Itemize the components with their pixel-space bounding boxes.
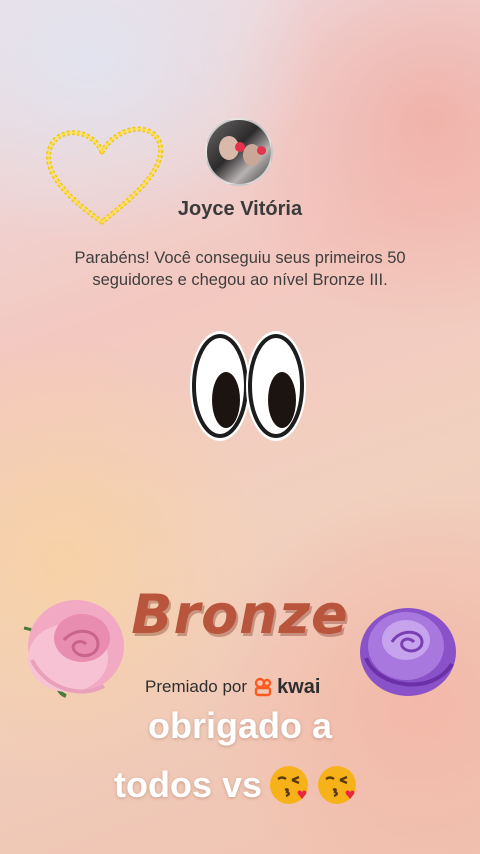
caption-line-2-text: todos vs xyxy=(113,764,263,805)
eyes-icon xyxy=(190,331,306,441)
pink-rose-icon xyxy=(23,600,124,698)
award-text: Premiado por xyxy=(145,677,248,696)
profile-name: Joyce Vitória xyxy=(177,198,303,220)
kissing-face-icon xyxy=(318,766,357,804)
award-line: Premiado por kwai xyxy=(145,675,320,699)
kwai-logo-icon xyxy=(254,677,272,697)
purple-rose-icon xyxy=(360,608,456,696)
achievement-message: Parabéns! Você conseguiu seus primeiros … xyxy=(74,249,406,289)
kwai-brand: kwai xyxy=(277,675,321,698)
caption-line-1: obrigado a xyxy=(147,705,332,746)
level-title: Bronze xyxy=(131,583,349,646)
caption-line-2: todos vs xyxy=(0,764,480,806)
kissing-face-icon xyxy=(270,766,309,804)
avatar[interactable] xyxy=(205,118,273,186)
